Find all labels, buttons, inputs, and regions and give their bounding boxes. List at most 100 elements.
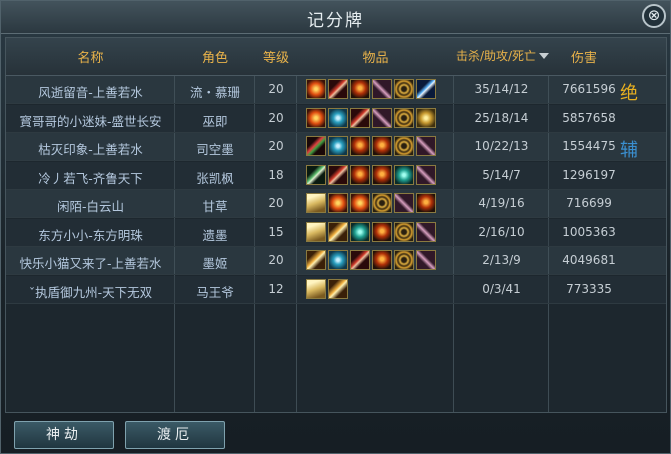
player-damage: 773335 [566, 281, 612, 296]
item-slots [306, 136, 438, 158]
teal-swirl-icon[interactable] [328, 107, 348, 128]
ember-icon[interactable] [372, 221, 392, 242]
player-level: 20 [268, 110, 284, 125]
player-damage: 1554475 [562, 139, 616, 153]
ember-icon[interactable] [416, 193, 436, 213]
ember-icon[interactable] [372, 164, 392, 185]
player-name: 快乐小猫又来了-上善若水 [19, 256, 162, 271]
header-kda[interactable]: 击杀/助攻/死亡 [454, 47, 549, 64]
header-damage[interactable]: 伤害 [549, 47, 619, 66]
close-icon[interactable]: ⊗ [642, 4, 666, 28]
table-row[interactable]: 风逝留音-上善若水 流・慕珊 20 35/14/12 7661596 绝 [6, 76, 666, 104]
player-kda: 2/16/10 [478, 224, 525, 239]
player-kda: 2/13/9 [482, 253, 521, 267]
blade-icon[interactable] [350, 107, 370, 128]
scroll-x-icon[interactable] [372, 79, 392, 99]
player-damage: 716699 [566, 196, 612, 210]
blade-icon[interactable] [350, 250, 370, 270]
player-name: 闲陌-白云山 [56, 199, 124, 214]
player-kda: 10/22/13 [474, 139, 529, 153]
header-role[interactable]: 角色 [175, 47, 255, 66]
player-role: 流・慕珊 [189, 85, 240, 100]
scroll-x-icon[interactable] [416, 136, 436, 156]
item-slots [306, 79, 438, 101]
player-role: 司空墨 [196, 142, 234, 157]
blade-icon[interactable] [328, 164, 348, 185]
header-kda-label: 击杀/助攻/死亡 [455, 49, 537, 63]
sort-desc-icon [538, 52, 549, 59]
gold-swirl-icon[interactable] [372, 193, 392, 213]
blade-icon[interactable] [328, 79, 348, 99]
ember-icon[interactable] [350, 79, 370, 99]
scroll-x-icon[interactable] [416, 164, 436, 185]
gold-scroll-icon[interactable] [306, 250, 326, 270]
gold-swirl-icon[interactable] [394, 136, 414, 156]
player-name: 风逝留音-上善若水 [38, 85, 143, 100]
player-role: 马王爷 [196, 284, 234, 300]
role-badge-icon: 绝 [620, 83, 638, 104]
player-kda: 5/14/7 [482, 167, 521, 182]
player-role: 甘草 [202, 199, 228, 214]
ember-icon[interactable] [372, 136, 392, 156]
teal-orb-icon[interactable] [394, 164, 414, 185]
item-slots [306, 193, 438, 215]
teal-swirl-icon[interactable] [328, 250, 348, 270]
scroll-x-icon[interactable] [416, 221, 436, 242]
table-row[interactable]: ˇ执盾御九州-天下无双 马王爷 12 0/3/41 773335 [6, 275, 666, 304]
title-bar: 记分牌 ⊗ [1, 1, 670, 34]
player-level: 20 [268, 82, 284, 96]
fire-orb-icon[interactable] [306, 107, 326, 128]
table-row[interactable]: 快乐小猫又来了-上善若水 墨姬 20 2/13/9 4049681 [6, 247, 666, 275]
gold-scroll-icon[interactable] [328, 278, 348, 299]
parchment-icon[interactable] [306, 193, 326, 213]
player-damage: 1296197 [562, 167, 616, 182]
gold-swirl-icon[interactable] [394, 221, 414, 242]
player-level: 20 [268, 253, 284, 267]
red-blade-icon[interactable] [306, 136, 326, 156]
shenjie-team-button[interactable]: 神劫 [14, 421, 114, 449]
fire-orb-icon[interactable] [350, 193, 370, 213]
scoreboard-window: 记分牌 ⊗ 名称 角色 等级 物品 击杀/助攻/死亡 伤害 风逝留音-上善若水 流… [0, 0, 671, 454]
role-badge-icon: 辅 [620, 140, 638, 161]
ember-icon[interactable] [350, 136, 370, 156]
blue-sword-icon[interactable] [416, 79, 436, 99]
player-level: 15 [268, 224, 284, 239]
table-header: 名称 角色 等级 物品 击杀/助攻/死亡 伤害 [6, 38, 666, 76]
parchment-icon[interactable] [306, 221, 326, 242]
player-role: 墨姬 [202, 256, 228, 271]
fire-orb-icon[interactable] [306, 79, 326, 99]
item-slots [306, 164, 438, 187]
teal-swirl-icon[interactable] [328, 136, 348, 156]
ember-icon[interactable] [350, 164, 370, 185]
scroll-x-icon[interactable] [372, 107, 392, 128]
table-row[interactable]: 闲陌-白云山 甘草 20 4/19/16 716699 [6, 190, 666, 218]
gold-swirl-icon[interactable] [394, 107, 414, 128]
teal-orb-icon[interactable] [350, 221, 370, 242]
table-row[interactable]: 东方小小-东方明珠 遗墨 15 2/16/10 1005363 [6, 218, 666, 247]
parchment-icon[interactable] [306, 278, 326, 299]
gold-scroll-icon[interactable] [328, 221, 348, 242]
player-level: 20 [268, 196, 284, 210]
table-row[interactable]: 枯灭印象-上善若水 司空墨 20 10/22/13 1554475 辅 [6, 133, 666, 161]
scroll-x-icon[interactable] [394, 193, 414, 213]
player-role: 张凯枫 [196, 170, 234, 186]
window-title: 记分牌 [307, 11, 364, 31]
player-level: 12 [268, 281, 284, 296]
item-slots [306, 278, 350, 301]
green-blade-icon[interactable] [306, 164, 326, 185]
player-level: 18 [268, 167, 284, 182]
gold-orb-icon[interactable] [416, 107, 436, 128]
fire-orb-icon[interactable] [328, 193, 348, 213]
header-level[interactable]: 等级 [255, 47, 297, 66]
gold-swirl-icon[interactable] [394, 250, 414, 270]
player-kda: 35/14/12 [474, 82, 529, 96]
due-team-button[interactable]: 渡厄 [125, 421, 225, 449]
ember-icon[interactable] [372, 250, 392, 270]
table-row[interactable]: 冷丿若飞-齐鲁天下 张凯枫 18 5/14/7 1296197 [6, 161, 666, 190]
table-row[interactable]: 寳哥哥的小迷妹-盛世长安 巫即 20 25/18/14 5857658 [6, 104, 666, 133]
gold-swirl-icon[interactable] [394, 79, 414, 99]
scoreboard-table: 名称 角色 等级 物品 击杀/助攻/死亡 伤害 风逝留音-上善若水 流・慕珊 20 3… [5, 37, 667, 413]
item-slots [306, 107, 438, 130]
scroll-x-icon[interactable] [416, 250, 436, 270]
header-name[interactable]: 名称 [6, 47, 175, 66]
